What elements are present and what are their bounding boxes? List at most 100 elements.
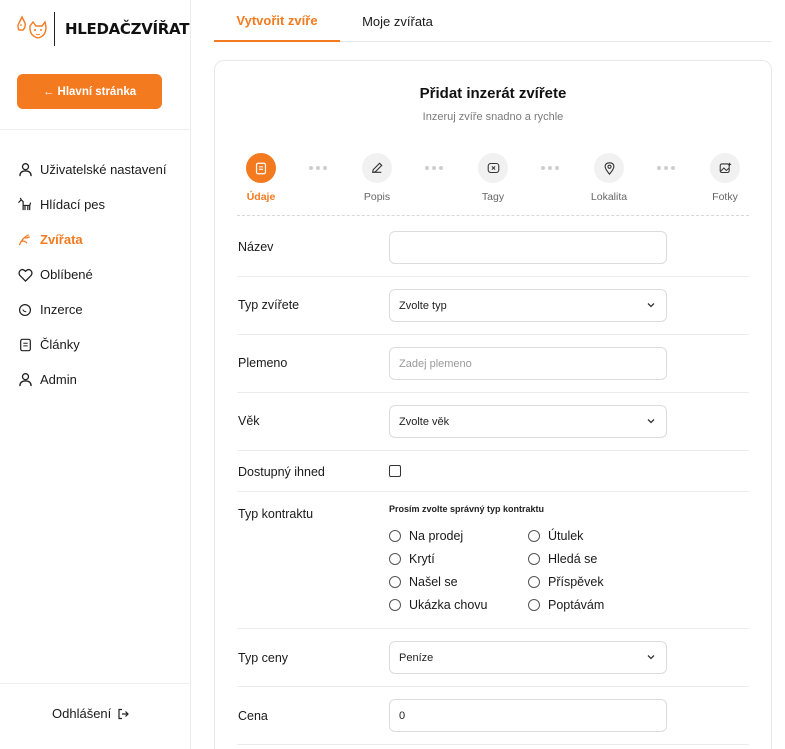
radio-label: Našel se [409, 575, 458, 589]
home-button[interactable]: ← Hlavní stránka [17, 74, 162, 109]
chevron-down-icon [647, 655, 655, 660]
logo-separator [54, 12, 55, 46]
contract-hint: Prosím zvolte správný typ kontraktu [389, 504, 545, 514]
tab-bar: Vytvořit zvíře Moje zvířata [214, 0, 771, 42]
radio-circle [528, 576, 540, 588]
document-icon [16, 336, 34, 354]
tab-my-animals[interactable]: Moje zvířata [350, 0, 445, 42]
contract-radio-post[interactable]: Příspěvek [528, 575, 604, 589]
step-label: Fotky [712, 191, 738, 203]
heart-icon [16, 266, 34, 284]
step-label: Popis [363, 191, 391, 203]
select-value: Peníze [399, 651, 434, 664]
form-row-available: Dostupný ihned [237, 451, 749, 492]
contract-radio-inquiry[interactable]: Poptávám [528, 598, 604, 612]
field-label: Plemeno [238, 356, 288, 370]
sidebar-item-label: Články [40, 337, 80, 352]
form-row-contract: Typ kontraktu Prosím zvolte správný typ … [237, 492, 749, 629]
brand-name: HLEDAČZVÍŘAT [65, 20, 190, 38]
step-label: Údaje [246, 191, 276, 203]
brand-logo[interactable]: HLEDAČZVÍŘAT [16, 12, 189, 46]
sidebar-item-user-settings[interactable]: Uživatelské nastavení [16, 152, 166, 187]
create-ad-form: Přidat inzerát zvířete Inzeruj zvíře sna… [214, 60, 772, 749]
animal-type-select[interactable]: Zvolte typ [389, 289, 667, 322]
image-icon [710, 153, 740, 183]
step-tags[interactable]: Tagy [463, 153, 523, 203]
step-details[interactable]: Údaje [231, 153, 291, 203]
sidebar-item-articles[interactable]: Články [16, 327, 166, 362]
field-label: Věk [238, 414, 260, 428]
radio-circle [389, 599, 401, 611]
step-location[interactable]: Lokalita [579, 153, 639, 203]
form-row-age: Věk Zvolte věk [237, 393, 749, 451]
sidebar-item-watchdog[interactable]: Hlídací pes [16, 187, 166, 222]
field-label: Cena [238, 709, 268, 723]
available-checkbox[interactable] [389, 465, 401, 477]
sidebar-item-ads[interactable]: Inzerce [16, 292, 166, 327]
contract-radio-for-sale[interactable]: Na prodej [389, 529, 463, 543]
sidebar: HLEDAČZVÍŘAT ← Hlavní stránka Uživatelsk… [0, 0, 191, 749]
step-connector [657, 166, 675, 170]
step-description[interactable]: Popis [347, 153, 407, 203]
tag-icon [478, 153, 508, 183]
step-label: Tagy [481, 191, 505, 203]
sidebar-item-label: Uživatelské nastavení [40, 162, 167, 177]
sidebar-item-label: Inzerce [40, 302, 83, 317]
breed-input[interactable]: Zadej plemeno [389, 347, 667, 380]
tab-create-animal[interactable]: Vytvořit zvíře [214, 0, 340, 42]
chevron-down-icon [647, 419, 655, 424]
sidebar-nav: Uživatelské nastavení Hlídací pes Zvířat… [16, 152, 166, 397]
field-label: Dostupný ihned [238, 465, 325, 479]
radio-label: Útulek [548, 529, 584, 543]
sidebar-divider [0, 129, 190, 130]
radio-label: Hledá se [548, 552, 598, 566]
contract-radio-breed-showcase[interactable]: Ukázka chovu [389, 598, 488, 612]
paw-icon [16, 231, 34, 249]
document-icon [246, 153, 276, 183]
radio-label: Ukázka chovu [409, 598, 488, 612]
radio-circle [389, 576, 401, 588]
radio-circle [389, 553, 401, 565]
location-pin-icon [594, 153, 624, 183]
field-label: Typ kontraktu [238, 507, 314, 521]
form-row-breed: Plemeno Zadej plemeno [237, 335, 749, 393]
step-connector [309, 166, 327, 170]
logout-icon [118, 708, 130, 719]
radio-label: Na prodej [409, 529, 464, 543]
step-photos[interactable]: Fotky [695, 153, 755, 203]
radio-circle [389, 530, 401, 542]
sidebar-item-animals[interactable]: Zvířata [16, 222, 166, 257]
radio-circle [528, 553, 540, 565]
radio-label: Příspěvek [548, 575, 604, 589]
age-select[interactable]: Zvolte věk [389, 405, 667, 438]
user-icon [16, 161, 34, 179]
sidebar-item-label: Oblíbené [40, 267, 93, 282]
select-value: Zvolte věk [399, 415, 450, 428]
contract-radio-breeding[interactable]: Krytí [389, 552, 435, 566]
price-type-select[interactable]: Peníze [389, 641, 667, 674]
contract-radio-shelter[interactable]: Útulek [528, 529, 583, 543]
radio-circle [528, 599, 540, 611]
chat-icon [16, 301, 34, 319]
field-label: Název [238, 240, 274, 254]
select-value: Zvolte typ [399, 299, 447, 312]
price-input[interactable]: 0 [389, 699, 667, 732]
form-row-price: Cena 0 [237, 687, 749, 745]
sidebar-item-favorites[interactable]: Oblíbené [16, 257, 166, 292]
form-row-name: Název [237, 217, 749, 277]
contract-radio-found[interactable]: Našel se [389, 575, 458, 589]
name-input[interactable] [389, 231, 667, 264]
step-connector [425, 166, 443, 170]
field-label: Typ ceny [238, 651, 289, 665]
sidebar-item-label: Zvířata [40, 232, 83, 247]
dog-icon [16, 196, 34, 214]
field-label: Typ zvířete [238, 298, 300, 312]
radio-label: Poptávám [548, 598, 605, 612]
sidebar-divider [0, 683, 190, 684]
logout-button[interactable]: Odhlášení [52, 706, 130, 721]
user-icon [16, 371, 34, 389]
sidebar-item-admin[interactable]: Admin [16, 362, 166, 397]
radio-circle [528, 530, 540, 542]
logout-label: Odhlášení [52, 706, 112, 721]
contract-radio-wanted[interactable]: Hledá se [528, 552, 597, 566]
